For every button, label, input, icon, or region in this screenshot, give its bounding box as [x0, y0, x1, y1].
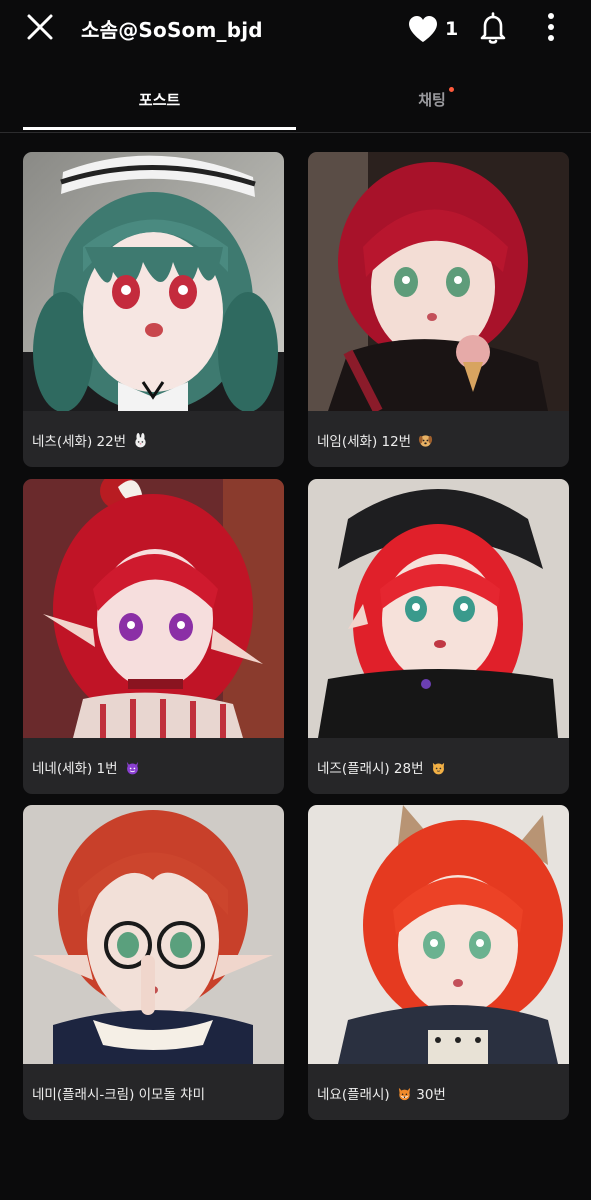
post-card[interactable]: 네즈(플래시) 28번 [308, 479, 569, 794]
post-image [308, 805, 569, 1064]
post-card[interactable]: 네임(세화) 12번 [308, 152, 569, 467]
more-options-icon[interactable] [538, 10, 564, 46]
post-caption-text: 네즈(플래시) 28번 [317, 761, 424, 777]
notification-dot [448, 87, 454, 92]
post-caption-text: 네요(플래시) [317, 1087, 390, 1103]
cat-emoji [432, 762, 444, 775]
post-image [23, 152, 284, 411]
tab-chat-label: 채팅 [418, 87, 454, 110]
tab-chat-text: 채팅 [418, 91, 446, 109]
app-screen: 소솜@SoSom_bjd 1 포스트 채팅 네츠(세화) 22번 네임(세화) … [0, 0, 591, 1200]
post-caption-text: 네임(세화) 12번 [317, 434, 412, 450]
tab-bar: 포스트 채팅 [0, 74, 591, 133]
heart-icon [409, 16, 437, 42]
post-caption: 네임(세화) 12번 [317, 430, 433, 450]
tab-chat[interactable]: 채팅 [296, 74, 568, 130]
post-caption-text: 네츠(세화) 22번 [32, 434, 127, 450]
post-caption-suffix: 30번 [416, 1087, 446, 1103]
post-image [308, 152, 569, 411]
like-button[interactable]: 1 [407, 12, 458, 46]
post-caption: 네미(플래시-크림) 이모돌 챠미 [32, 1083, 205, 1103]
page-title: 소솜@SoSom_bjd [81, 18, 263, 42]
tab-posts[interactable]: 포스트 [23, 74, 296, 130]
post-card[interactable]: 네미(플래시-크림) 이모돌 챠미 [23, 805, 284, 1120]
post-card[interactable]: 네츠(세화) 22번 [23, 152, 284, 467]
close-icon[interactable] [22, 10, 58, 46]
devil-emoji [126, 761, 138, 775]
post-caption-text: 네미(플래시-크림) 이모돌 챠미 [32, 1087, 206, 1103]
post-caption-text: 네네(세화) 1번 [32, 761, 118, 777]
post-card[interactable]: 네네(세화) 1번 [23, 479, 284, 794]
like-count: 1 [445, 18, 459, 40]
rabbit-emoji [135, 433, 147, 448]
post-caption: 네요(플래시) 30번 [317, 1083, 446, 1103]
active-tab-indicator [23, 127, 296, 130]
post-image [23, 479, 284, 738]
bell-icon[interactable] [476, 10, 510, 46]
post-image [308, 479, 569, 738]
post-image [23, 805, 284, 1064]
tab-posts-label: 포스트 [138, 91, 181, 109]
post-card[interactable]: 네요(플래시) 30번 [308, 805, 569, 1120]
post-caption: 네츠(세화) 22번 [32, 430, 148, 450]
dog-emoji [419, 435, 433, 447]
post-caption: 네네(세화) 1번 [32, 757, 140, 777]
fox-emoji [398, 1087, 411, 1101]
top-bar: 소솜@SoSom_bjd 1 [0, 0, 591, 60]
post-caption: 네즈(플래시) 28번 [317, 757, 446, 777]
